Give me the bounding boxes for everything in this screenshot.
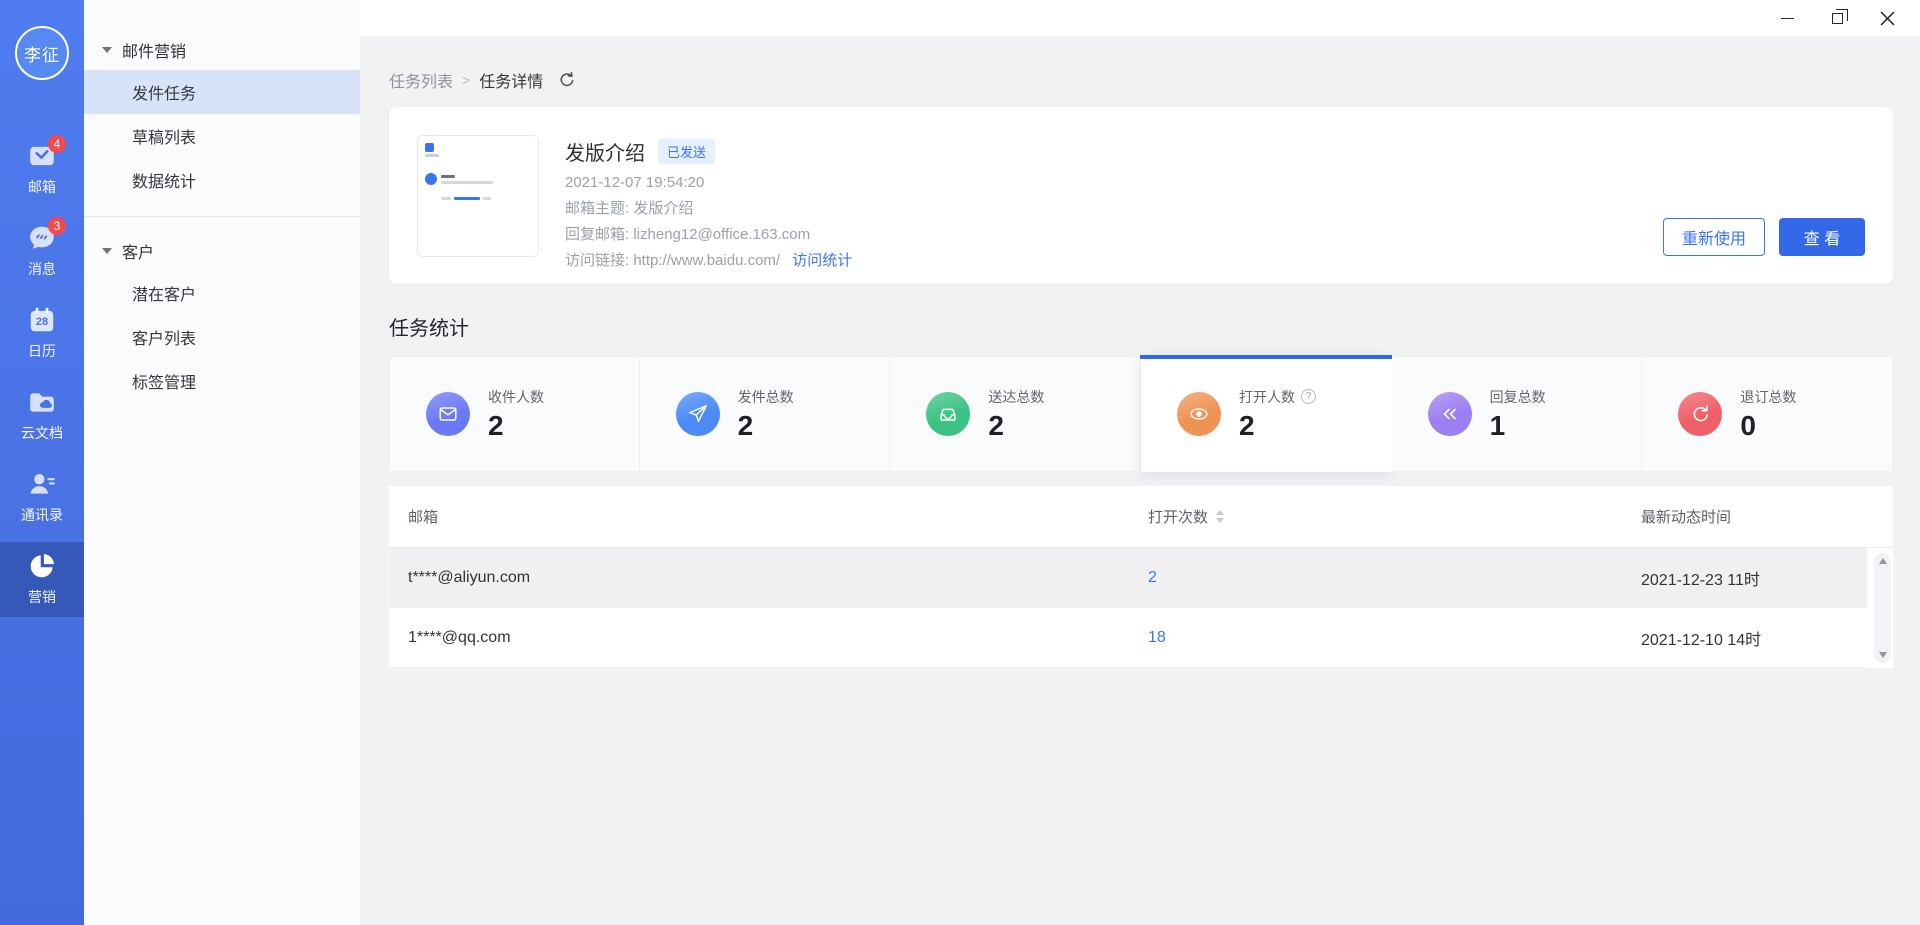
sidebar-item-send-tasks[interactable]: 发件任务 [84,70,360,114]
sidebar-item-data-statistics[interactable]: 数据统计 [84,158,360,202]
unsubscribe-icon [1678,392,1722,436]
rail-item-clouddocs[interactable]: 云文档 [0,378,84,453]
reuse-button[interactable]: 重新使用 [1663,218,1765,256]
preview-avatar [425,173,437,185]
minimize-button[interactable] [1762,0,1812,36]
scroll-down-icon[interactable] [1879,652,1887,658]
sidebar-item-customer-list[interactable]: 客户列表 [84,315,360,359]
cloud-folder-icon [27,387,57,417]
column-header-latest-activity: 最新动态时间 [1641,506,1893,527]
table-header: 邮箱 打开次数 最新动态时间 [389,486,1893,548]
preview-logo [425,143,434,152]
sidebar-divider [84,216,360,217]
breadcrumb-separator: > [462,72,470,88]
card-actions: 重新使用 查 看 [1663,218,1865,256]
sidebar-item-tag-management[interactable]: 标签管理 [84,359,360,403]
titlebar [360,0,1920,36]
pie-chart-icon [27,551,57,581]
main-pane: 任务列表 > 任务详情 [360,0,1920,925]
messages-badge: 3 [48,217,66,235]
close-icon [1880,11,1895,26]
refresh-button[interactable] [558,71,576,89]
task-subject: 邮箱主题: 发版介绍 [565,200,852,218]
calendar-date: 28 [36,316,48,328]
minimize-icon [1781,18,1794,19]
stat-tab-recipients[interactable]: 收件人数 2 [389,356,640,472]
row-email: 1****@qq.com [389,629,1148,647]
task-visit-link: 访问链接: http://www.baidu.com/ 访问统计 [565,252,852,270]
stat-tab-delivered[interactable]: 送达总数 2 [890,356,1141,472]
rail-item-calendar[interactable]: 28 日历 [0,296,84,371]
status-badge: 已发送 [658,139,715,164]
task-detail-card: 发版介绍 已发送 2021-12-07 19:54:20 邮箱主题: 发版介绍 … [389,107,1893,284]
task-info: 发版介绍 已发送 2021-12-07 19:54:20 邮箱主题: 发版介绍 … [565,135,852,256]
mailbox-icon: 4 [27,141,57,171]
sort-icon[interactable] [1216,510,1224,523]
breadcrumb-task-detail: 任务详情 [479,68,543,92]
sidebar-item-draft-list[interactable]: 草稿列表 [84,114,360,158]
rail-item-contacts[interactable]: 通讯录 [0,460,84,535]
column-header-open-count: 打开次数 [1148,506,1641,527]
table-row[interactable]: t****@aliyun.com 2 2021-12-23 11时 [389,548,1867,608]
table-row[interactable]: 1****@qq.com 18 2021-12-10 14时 [389,608,1867,668]
rail-item-marketing[interactable]: 营销 [0,542,84,617]
table-body: t****@aliyun.com 2 2021-12-23 11时 1****@… [389,548,1893,668]
eye-icon [1177,392,1221,436]
message-icon: 3 [27,223,57,253]
opened-users-table: 邮箱 打开次数 最新动态时间 t****@aliyun.com 2 2021-1… [389,486,1893,668]
rail-item-mailbox[interactable]: 4 邮箱 [0,132,84,207]
task-reply-email: 回复邮箱: lizheng12@office.163.com [565,226,852,244]
email-preview-thumbnail[interactable] [417,135,539,257]
row-email: t****@aliyun.com [389,569,1148,587]
column-header-email: 邮箱 [389,506,1148,527]
stat-tab-unsubscribed[interactable]: 退订总数 0 [1642,356,1893,472]
avatar[interactable]: 李征 [15,26,69,80]
help-icon[interactable]: ? [1301,389,1316,404]
row-time: 2021-12-10 14时 [1641,626,1867,650]
calendar-icon: 28 [27,305,57,335]
task-title: 发版介绍 [565,137,645,166]
stat-tab-opened[interactable]: 打开人数 ? 2 [1141,356,1392,472]
visit-stats-link[interactable]: 访问统计 [792,252,852,269]
sidebar-group-customers[interactable]: 客户 [84,231,360,271]
restore-icon [1832,13,1843,24]
table-scrollbar[interactable] [1874,553,1891,663]
row-time: 2021-12-23 11时 [1641,566,1867,590]
sidebar-item-potential-customers[interactable]: 潜在客户 [84,271,360,315]
content-area: 任务列表 > 任务详情 [360,36,1920,925]
breadcrumb-task-list[interactable]: 任务列表 [389,68,453,92]
recipients-icon [426,392,470,436]
contacts-icon [27,469,57,499]
section-title-task-statistics: 任务统计 [389,312,1893,341]
open-count-link[interactable]: 18 [1148,629,1166,646]
stat-tabs: 收件人数 2 发件总数 2 送达总数 2 [389,356,1893,472]
collapse-caret-icon [102,47,112,53]
close-button[interactable] [1862,0,1912,36]
stat-tab-replies[interactable]: 回复总数 1 [1392,356,1643,472]
sidebar: 邮件营销 发件任务 草稿列表 数据统计 客户 潜在客户 客户列表 标签管理 [84,0,360,925]
view-button[interactable]: 查 看 [1779,218,1865,256]
open-count-link[interactable]: 2 [1148,569,1157,586]
app-rail: 李征 4 邮箱 3 消息 28 日历 云文档 通讯录 [0,0,84,925]
send-icon [676,392,720,436]
refresh-icon [558,71,576,89]
inbox-icon [926,392,970,436]
reply-icon [1428,392,1472,436]
mailbox-badge: 4 [48,135,66,153]
collapse-caret-icon [102,248,112,254]
stat-tab-sent[interactable]: 发件总数 2 [640,356,891,472]
scroll-up-icon[interactable] [1879,558,1887,564]
breadcrumb: 任务列表 > 任务详情 [389,68,1893,92]
rail-item-messages[interactable]: 3 消息 [0,214,84,289]
task-datetime: 2021-12-07 19:54:20 [565,174,852,192]
restore-button[interactable] [1812,0,1862,36]
sidebar-group-email-marketing[interactable]: 邮件营销 [84,30,360,70]
